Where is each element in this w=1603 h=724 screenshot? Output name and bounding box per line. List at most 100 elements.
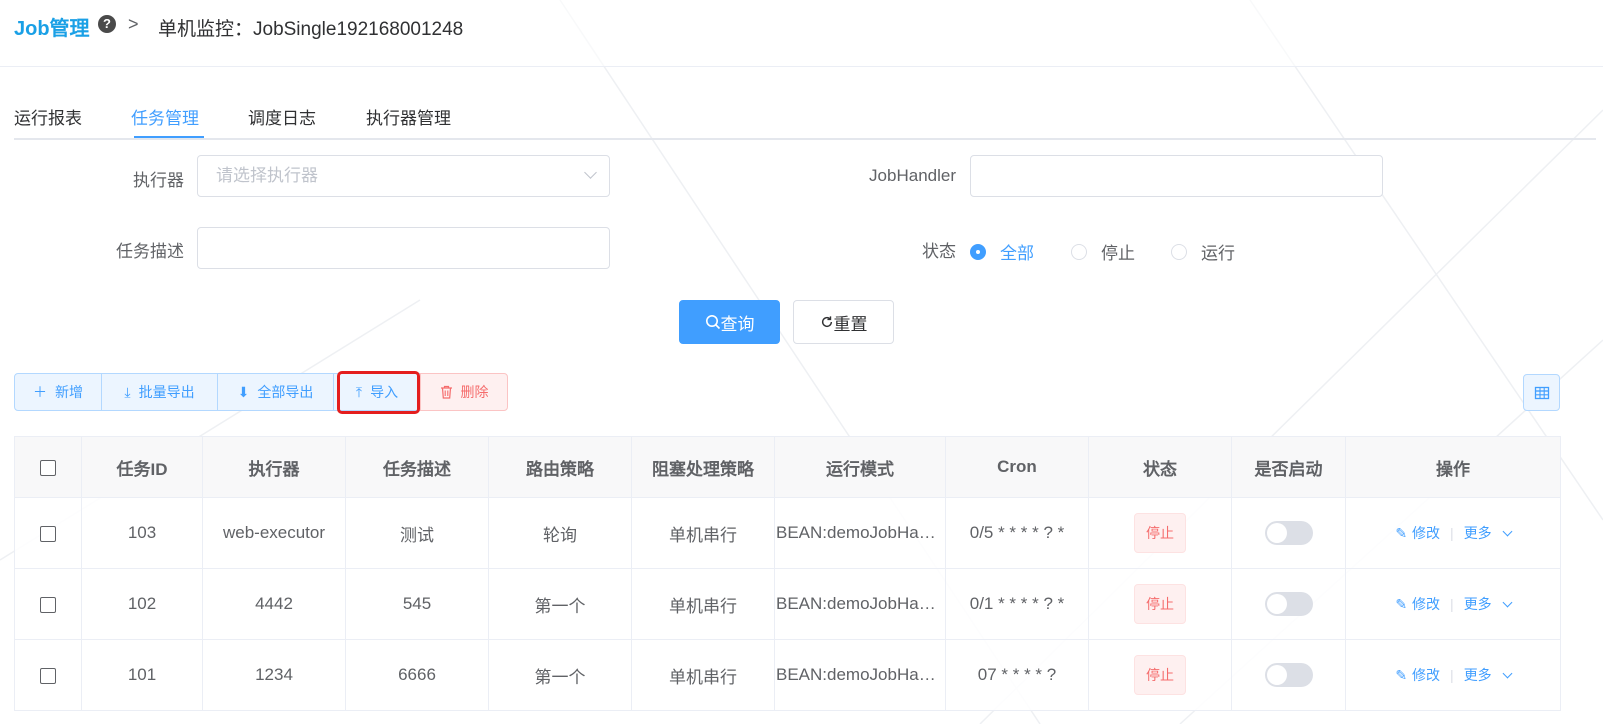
help-icon[interactable]: ? bbox=[98, 15, 116, 33]
executor-cell: 4442 bbox=[202, 568, 346, 640]
action-toolbar: ＋ 新增 ⤓ 批量导出 ⬇ 全部导出 ⤒ 导入 删除 bbox=[14, 373, 508, 411]
divider: | bbox=[1450, 596, 1454, 613]
row-checkbox[interactable] bbox=[40, 596, 56, 613]
page-title: 单机监控：JobSingle192168001248 bbox=[158, 19, 464, 40]
status-cell: 停止 bbox=[1088, 568, 1232, 640]
executor-select[interactable]: 请选择执行器 bbox=[197, 155, 610, 197]
edit-icon: ✎ bbox=[1395, 595, 1408, 612]
header-cell: 状态 bbox=[1088, 436, 1232, 498]
search-button[interactable]: 查询 bbox=[679, 300, 780, 344]
edit-icon: ✎ bbox=[1395, 666, 1408, 683]
header-cell: 路由策略 bbox=[488, 436, 632, 498]
enabled-cell bbox=[1231, 497, 1346, 569]
header-cell: 阻塞处理策略 bbox=[631, 436, 775, 498]
status-cell: 停止 bbox=[1088, 497, 1232, 569]
header-cell: 执行器 bbox=[202, 436, 346, 498]
actions-cell: ✎ 修改 | 更多 bbox=[1345, 497, 1561, 569]
delete-label: 删除 bbox=[460, 384, 489, 400]
run-mode-cell: BEAN:demoJobHandler bbox=[774, 497, 946, 569]
header-cell: 操作 bbox=[1345, 436, 1561, 498]
row-select-cell bbox=[14, 497, 82, 569]
header-cell: 任务描述 bbox=[345, 436, 489, 498]
desc-cell: 6666 bbox=[345, 639, 489, 711]
refresh-icon bbox=[821, 316, 832, 328]
status-radio-all[interactable]: 全部 bbox=[970, 239, 1034, 264]
search-button-label: 查询 bbox=[720, 314, 755, 334]
route-cell: 第一个 bbox=[488, 568, 632, 640]
table-header-row: 任务ID 执行器 任务描述 路由策略 阻塞处理策略 运行模式 Cron 状态 是… bbox=[14, 436, 1561, 498]
tab-executor-management[interactable]: 执行器管理 bbox=[366, 104, 451, 129]
more-link[interactable]: 更多 bbox=[1464, 523, 1492, 543]
header-cell: 任务ID bbox=[81, 436, 203, 498]
tab-schedule-log[interactable]: 调度日志 bbox=[248, 104, 316, 129]
block-strategy-cell: 单机串行 bbox=[631, 639, 775, 711]
table-row: 102 4442 545 第一个 单机串行 BEAN:demoJobHandle… bbox=[14, 568, 1561, 640]
chevron-down-icon bbox=[584, 166, 597, 179]
actions-cell: ✎ 修改 | 更多 bbox=[1345, 639, 1561, 711]
task-id-cell: 101 bbox=[81, 639, 203, 711]
status-cell: 停止 bbox=[1088, 639, 1232, 711]
enable-toggle[interactable] bbox=[1264, 592, 1313, 616]
download-icon: ⤓ bbox=[124, 383, 131, 400]
status-badge: 停止 bbox=[1134, 513, 1186, 553]
radio-dot-icon bbox=[970, 243, 986, 260]
jobhandler-input[interactable] bbox=[970, 155, 1383, 197]
status-radio-stopped[interactable]: 停止 bbox=[1071, 239, 1135, 264]
tab-report[interactable]: 运行报表 bbox=[14, 104, 82, 129]
block-strategy-cell: 单机串行 bbox=[631, 497, 775, 569]
table-row: 101 1234 6666 第一个 单机串行 BEAN:demoJobHandl… bbox=[14, 639, 1561, 711]
enable-toggle[interactable] bbox=[1264, 521, 1313, 545]
add-button[interactable]: ＋ 新增 bbox=[14, 373, 102, 411]
status-badge: 停止 bbox=[1134, 584, 1186, 624]
row-select-cell bbox=[14, 639, 82, 711]
edit-link[interactable]: 修改 bbox=[1412, 665, 1440, 685]
row-checkbox[interactable] bbox=[40, 525, 56, 542]
batch-export-label: 批量导出 bbox=[138, 384, 195, 400]
batch-export-button[interactable]: ⤓ 批量导出 bbox=[101, 373, 218, 411]
add-label: 新增 bbox=[55, 384, 83, 400]
brand-title[interactable]: Job管理 bbox=[14, 12, 90, 41]
select-all-cell bbox=[14, 436, 82, 498]
route-cell: 轮询 bbox=[488, 497, 632, 569]
status-radio-running[interactable]: 运行 bbox=[1171, 239, 1235, 264]
executor-placeholder: 请选择执行器 bbox=[216, 166, 318, 185]
select-all-checkbox[interactable] bbox=[40, 459, 56, 476]
route-cell: 第一个 bbox=[488, 639, 632, 711]
chevron-down-icon[interactable] bbox=[1502, 526, 1513, 537]
executor-label: 执行器 bbox=[133, 171, 184, 190]
block-strategy-cell: 单机串行 bbox=[631, 568, 775, 640]
executor-cell: web-executor bbox=[202, 497, 346, 569]
enable-toggle[interactable] bbox=[1264, 663, 1313, 687]
column-settings-button[interactable] bbox=[1523, 374, 1560, 411]
task-desc-input[interactable] bbox=[197, 227, 610, 269]
divider: | bbox=[1450, 667, 1454, 684]
trash-icon bbox=[440, 385, 452, 399]
row-checkbox[interactable] bbox=[40, 667, 56, 684]
cron-cell: 0/5 * * * * ? * bbox=[945, 497, 1089, 569]
reset-button[interactable]: 重置 bbox=[793, 300, 894, 344]
job-table: 任务ID 执行器 任务描述 路由策略 阻塞处理策略 运行模式 Cron 状态 是… bbox=[14, 436, 1561, 711]
radio-label: 运行 bbox=[1201, 244, 1235, 263]
tab-task-management[interactable]: 任务管理 bbox=[131, 104, 199, 129]
chevron-down-icon[interactable] bbox=[1502, 597, 1513, 608]
enabled-cell bbox=[1231, 639, 1346, 711]
actions-cell: ✎ 修改 | 更多 bbox=[1345, 568, 1561, 640]
top-header: Job管理 ? > 单机监控：JobSingle192168001248 bbox=[0, 0, 1603, 67]
active-tab-indicator bbox=[134, 136, 204, 138]
header-cell: Cron bbox=[945, 436, 1089, 498]
more-link[interactable]: 更多 bbox=[1464, 665, 1492, 685]
run-mode-cell: BEAN:demoJobHandler bbox=[774, 639, 946, 711]
more-link[interactable]: 更多 bbox=[1464, 594, 1492, 614]
task-id-cell: 102 bbox=[81, 568, 203, 640]
plus-icon: ＋ bbox=[33, 384, 47, 400]
grid-icon bbox=[1534, 386, 1550, 400]
edit-link[interactable]: 修改 bbox=[1412, 523, 1440, 543]
radio-dot-icon bbox=[1171, 243, 1187, 260]
export-all-button[interactable]: ⬇ 全部导出 bbox=[217, 373, 334, 411]
import-button[interactable]: ⤒ 导入 bbox=[333, 373, 421, 411]
chevron-down-icon[interactable] bbox=[1502, 668, 1513, 679]
task-desc-label: 任务描述 bbox=[116, 242, 184, 261]
run-mode-cell: BEAN:demoJobHandler bbox=[774, 568, 946, 640]
edit-link[interactable]: 修改 bbox=[1412, 594, 1440, 614]
delete-button[interactable]: 删除 bbox=[420, 373, 508, 411]
